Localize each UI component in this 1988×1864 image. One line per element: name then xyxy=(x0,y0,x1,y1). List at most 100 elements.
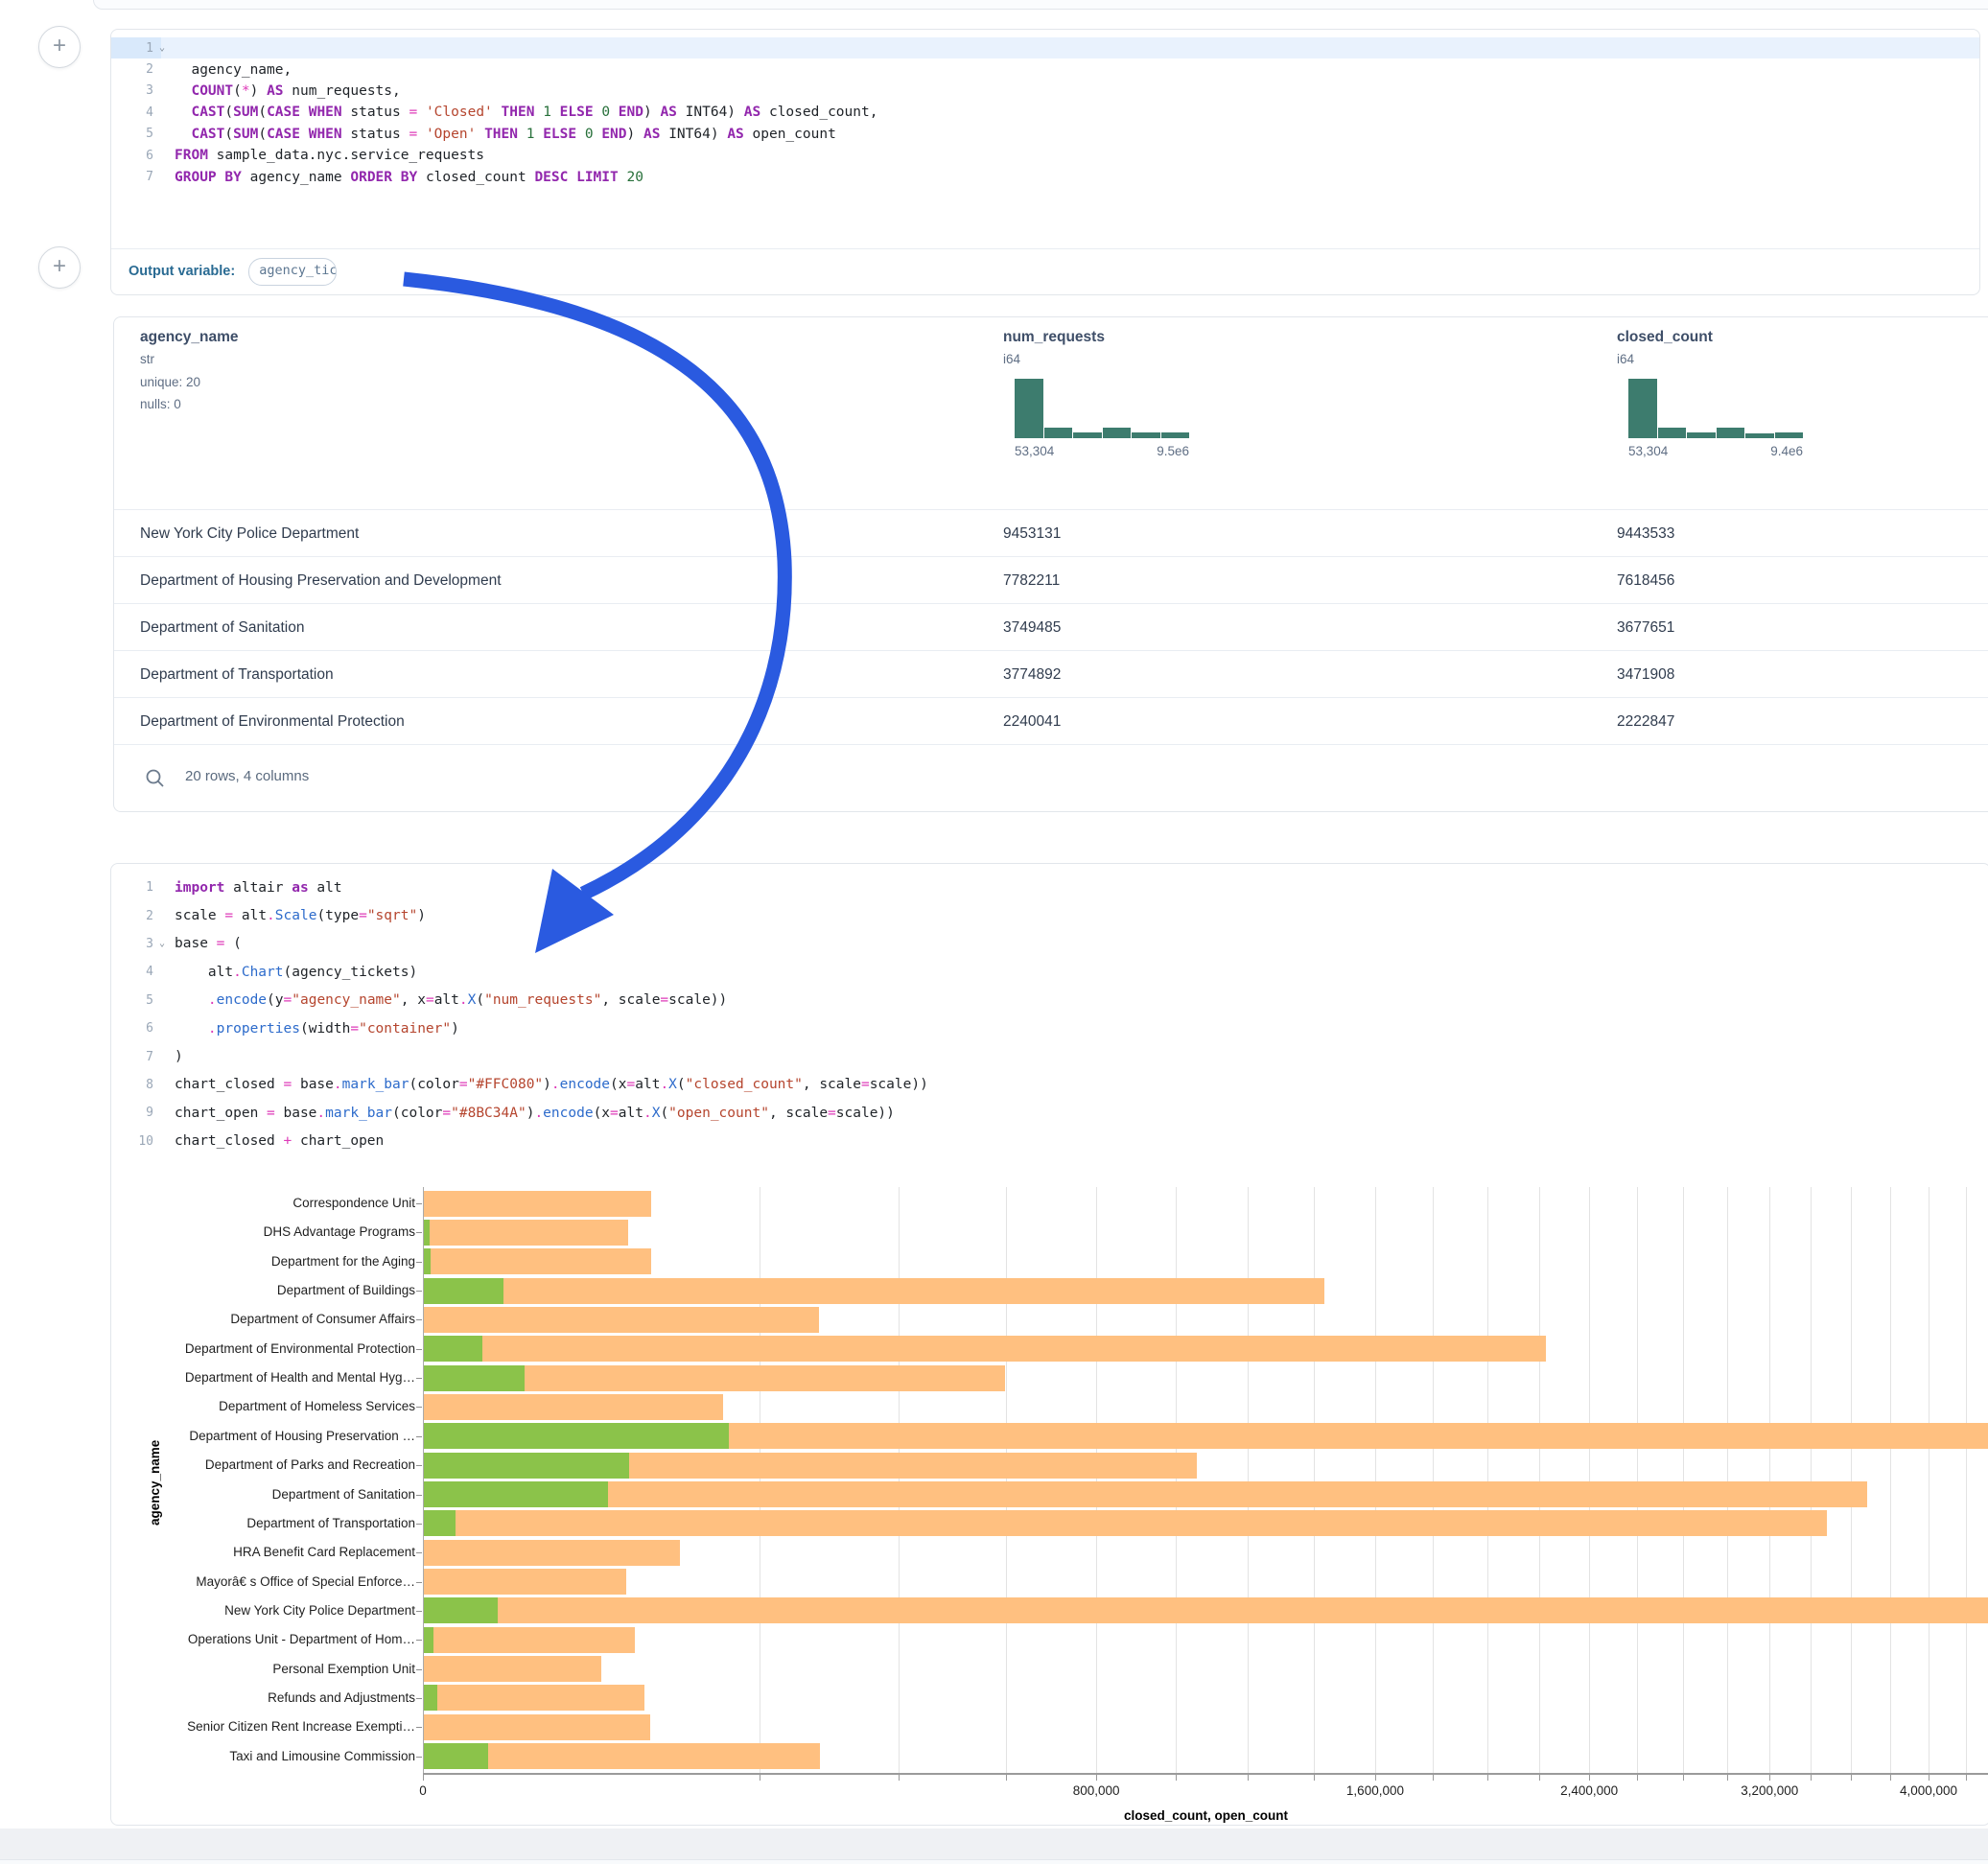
column-header[interactable]: num_requests xyxy=(1003,329,1105,346)
add-cell-button[interactable]: + xyxy=(38,26,81,68)
open-count-bar xyxy=(424,1278,503,1304)
y-tick xyxy=(416,1582,422,1583)
previous-cell-edge xyxy=(93,0,1988,10)
closed-count-bar xyxy=(424,1191,651,1217)
gridline xyxy=(1769,1187,1770,1773)
open-count-bar xyxy=(424,1248,431,1274)
line-number: 3 xyxy=(111,83,161,98)
x-tick xyxy=(1683,1775,1684,1781)
y-tick xyxy=(416,1640,422,1641)
code-line: 7GROUP BY agency_name ORDER BY closed_co… xyxy=(111,166,1979,187)
table-cell: 7782211 xyxy=(1003,557,1060,604)
gridline xyxy=(1811,1187,1812,1773)
x-tick xyxy=(1929,1775,1930,1781)
x-tick xyxy=(1811,1775,1812,1781)
y-tick-label: Department of Consumer Affairs xyxy=(111,1312,415,1327)
line-number: 3⌄ xyxy=(111,937,161,951)
gridline xyxy=(1683,1187,1684,1773)
x-tick xyxy=(1851,1775,1852,1781)
x-tick xyxy=(1248,1775,1249,1781)
closed-count-bar xyxy=(424,1248,651,1274)
code-text: base = ( xyxy=(161,936,242,951)
line-number: 2 xyxy=(111,62,161,77)
column-type: i64 xyxy=(1617,352,1634,366)
column-header[interactable]: closed_count xyxy=(1617,329,1713,346)
code-text: chart_closed + chart_open xyxy=(161,1133,384,1149)
gridline xyxy=(1248,1187,1249,1773)
y-tick-label: Department of Parks and Recreation xyxy=(111,1457,415,1473)
table-cell: 2240041 xyxy=(1003,698,1061,745)
output-variable-pill[interactable]: agency_tickets xyxy=(248,258,337,286)
open-count-bar xyxy=(424,1336,482,1362)
table-row: Department of Sanitation37494853677651 xyxy=(114,603,1988,651)
line-number: 1⌄ xyxy=(111,41,161,56)
next-cell-edge xyxy=(0,1859,1988,1864)
code-text: import altair as alt xyxy=(161,880,342,896)
x-tick xyxy=(1637,1775,1638,1781)
code-line: 1⌄SELECT xyxy=(111,37,1979,58)
column-histogram xyxy=(1015,379,1189,438)
closed-count-bar xyxy=(424,1569,626,1595)
table-cell: 3471908 xyxy=(1617,651,1674,698)
gridline xyxy=(1929,1187,1930,1773)
code-text: .encode(y="agency_name", x=alt.X("num_re… xyxy=(161,992,727,1008)
x-tick-label: 800,000 xyxy=(1029,1783,1163,1798)
table-cell: 7618456 xyxy=(1617,557,1674,604)
python-cell-card: 1import altair as alt2scale = alt.Scale(… xyxy=(110,863,1988,1826)
x-tick xyxy=(1314,1775,1315,1781)
line-number: 7 xyxy=(111,1050,161,1064)
search-icon[interactable] xyxy=(145,768,166,789)
code-line: 6FROM sample_data.nyc.service_requests xyxy=(111,145,1979,166)
gridline xyxy=(1539,1187,1540,1773)
line-number: 6 xyxy=(111,1021,161,1036)
code-line: 5 CAST(SUM(CASE WHEN status = 'Open' THE… xyxy=(111,124,1979,145)
table-row-count: 20 rows, 4 columns xyxy=(185,768,309,784)
code-line: 10chart_closed + chart_open xyxy=(111,1128,1988,1155)
table-cell: 3677651 xyxy=(1617,604,1674,651)
closed-count-bar xyxy=(424,1220,628,1246)
x-tick-label: 4,000,000 xyxy=(1861,1783,1988,1798)
table-cell: 2222847 xyxy=(1617,698,1674,745)
closed-count-bar xyxy=(424,1714,650,1740)
table-footer: 20 rows, 4 columns xyxy=(114,744,1988,812)
y-tick xyxy=(416,1232,422,1233)
table-cell: New York City Police Department xyxy=(140,510,359,557)
x-tick xyxy=(1966,1775,1967,1781)
collapse-chevron-icon[interactable]: ⌄ xyxy=(159,939,165,949)
table-header: agency_namestrunique: 20nulls: 0num_requ… xyxy=(114,317,1988,509)
y-tick xyxy=(416,1349,422,1350)
closed-count-bar xyxy=(424,1627,635,1653)
gridline xyxy=(1890,1187,1891,1773)
y-tick-label: DHS Advantage Programs xyxy=(111,1224,415,1240)
code-text: chart_open = base.mark_bar(color="#8BC34… xyxy=(161,1106,895,1121)
open-count-bar xyxy=(424,1743,488,1769)
y-tick xyxy=(416,1611,422,1612)
y-axis-title: agency_name xyxy=(148,1401,162,1564)
x-tick xyxy=(1006,1775,1007,1781)
x-tick-label: 1,600,000 xyxy=(1308,1783,1442,1798)
collapse-chevron-icon[interactable]: ⌄ xyxy=(159,43,165,54)
x-tick-label: 0 xyxy=(356,1783,490,1798)
x-axis-title: closed_count, open_count xyxy=(423,1808,1988,1823)
column-type: str xyxy=(140,352,154,366)
column-header[interactable]: agency_name xyxy=(140,329,239,346)
altair-bar-chart: agency_name closed_count, open_count 0 80… xyxy=(111,1187,1988,1826)
x-tick xyxy=(1727,1775,1728,1781)
column-stat: unique: 20 xyxy=(140,375,200,389)
table-row: Department of Housing Preservation and D… xyxy=(114,556,1988,604)
code-text: CAST(SUM(CASE WHEN status = 'Open' THEN … xyxy=(161,127,836,142)
open-count-bar xyxy=(424,1453,629,1479)
y-tick-label: Department of Health and Mental Hyg… xyxy=(111,1370,415,1386)
code-line: 4 CAST(SUM(CASE WHEN status = 'Closed' T… xyxy=(111,102,1979,123)
python-code-editor[interactable]: 1import altair as alt2scale = alt.Scale(… xyxy=(111,864,1988,1155)
code-text: alt.Chart(agency_tickets) xyxy=(161,965,417,980)
table-cell: Department of Transportation xyxy=(140,651,334,698)
sql-code-editor[interactable]: 1⌄SELECT 2 agency_name,3 COUNT(*) AS num… xyxy=(111,30,1979,188)
line-number: 5 xyxy=(111,993,161,1008)
x-tick xyxy=(1487,1775,1488,1781)
add-cell-button[interactable]: + xyxy=(38,246,81,289)
plus-icon: + xyxy=(53,253,66,279)
x-tick xyxy=(1176,1775,1177,1781)
y-tick-label: Department of Housing Preservation … xyxy=(111,1429,415,1444)
y-tick xyxy=(416,1262,422,1263)
